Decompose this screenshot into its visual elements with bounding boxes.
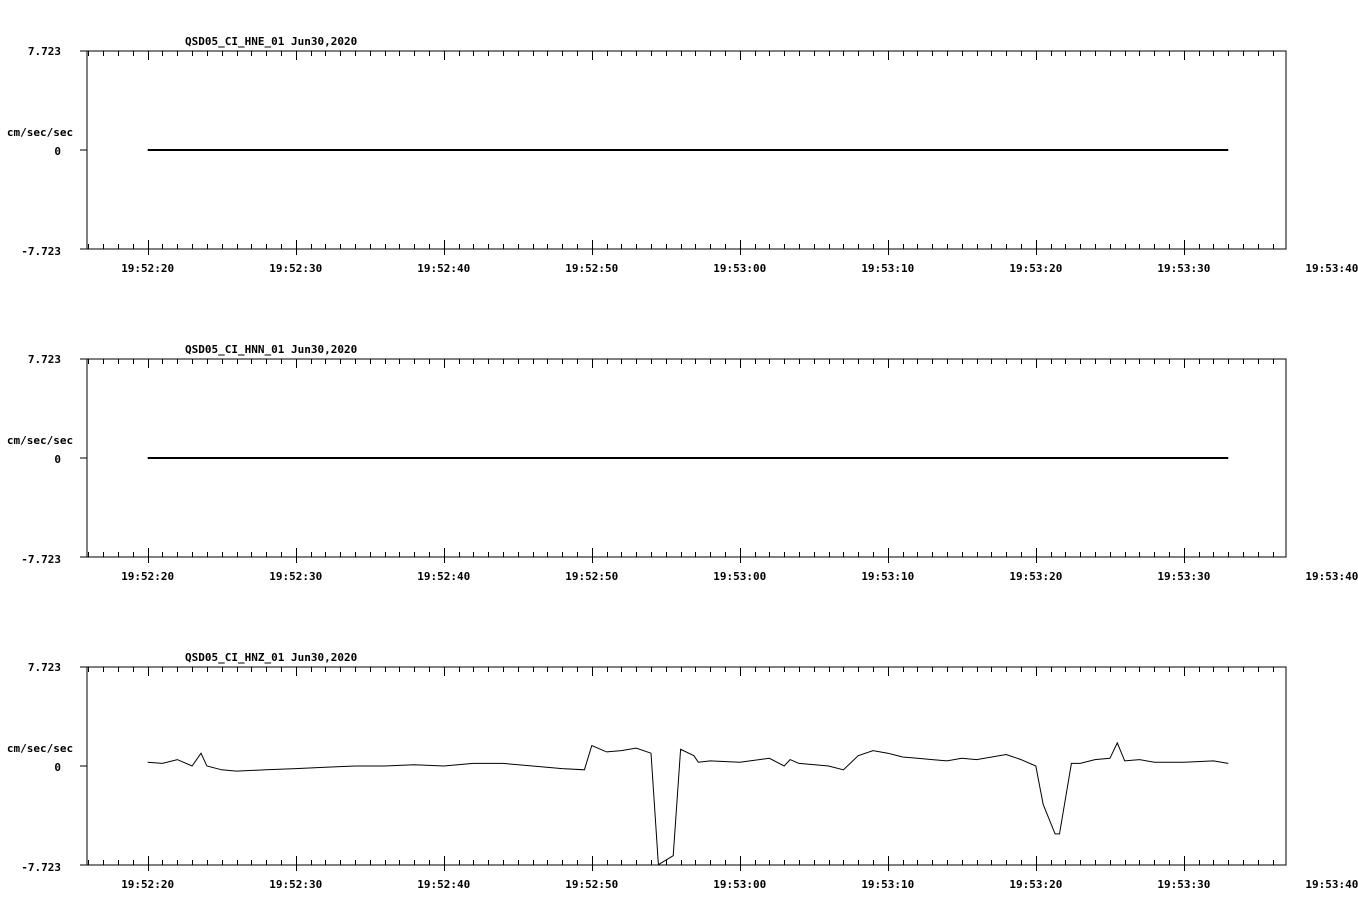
- x-tick-label: 19:52:30: [269, 878, 322, 891]
- y-tick-label: 0: [54, 145, 61, 158]
- y-tick-label: 7.723: [28, 353, 61, 366]
- chart-panel-2: QSD05_CI_HNN_01 Jun30,2020 7.723 0 -7.723 cm…: [7, 343, 1358, 583]
- x-tick-label: 19:53:00: [713, 262, 766, 275]
- x-tick-label: 19:53:20: [1009, 262, 1062, 275]
- y-axis-label: cm/sec/sec: [7, 434, 73, 447]
- x-tick-label: 19:52:20: [121, 878, 174, 891]
- x-tick-label: 19:52:40: [417, 570, 470, 583]
- x-tick-label: 19:53:30: [1157, 570, 1210, 583]
- x-tick-label: 19:53:00: [713, 570, 766, 583]
- chart-panel-1: QSD05_CI_HNE_01 Jun30,2020 7.723 0 -7.723 cm…: [7, 35, 1358, 275]
- x-tick-label: 19:53:30: [1157, 262, 1210, 275]
- seismogram-figure: QSD05_CI_HNE_01 Jun30,2020 7.723 0 -7.723 cm…: [7, 35, 1358, 891]
- x-tick-label: 19:52:50: [565, 570, 618, 583]
- x-tick-label: 19:53:20: [1009, 878, 1062, 891]
- plot-frame: [86, 666, 1287, 866]
- x-tick-label: 19:53:10: [861, 878, 914, 891]
- chart-title: QSD05_CI_HNZ_01 Jun30,2020: [185, 651, 357, 664]
- y-tick-label: 7.723: [28, 45, 61, 58]
- x-tick-label: 19:53:30: [1157, 878, 1210, 891]
- x-tick-label: 19:52:20: [121, 570, 174, 583]
- x-tick-label: 19:52:50: [565, 878, 618, 891]
- x-tick-label: 19:53:10: [861, 570, 914, 583]
- y-tick-label: -7.723: [21, 553, 61, 566]
- waveform-trace: [147, 741, 1229, 866]
- y-axis-label: cm/sec/sec: [7, 742, 73, 755]
- x-tick-label: 19:52:30: [269, 570, 322, 583]
- x-tick-label: 19:53:20: [1009, 570, 1062, 583]
- x-tick-label: 19:53:10: [861, 262, 914, 275]
- chart-panel-3: QSD05_CI_HNZ_01 Jun30,2020 7.723 0 -7.723 cm…: [7, 651, 1358, 891]
- x-tick-label: 19:52:30: [269, 262, 322, 275]
- x-tick-label: 19:53:40: [1305, 570, 1358, 583]
- y-tick-label: -7.723: [21, 861, 61, 874]
- chart-title: QSD05_CI_HNE_01 Jun30,2020: [185, 35, 357, 48]
- y-tick-label: 0: [54, 761, 61, 774]
- x-tick-label: 19:53:40: [1305, 262, 1358, 275]
- y-tick-label: 0: [54, 453, 61, 466]
- y-tick-label: -7.723: [21, 245, 61, 258]
- x-tick-label: 19:52:40: [417, 878, 470, 891]
- x-tick-label: 19:53:40: [1305, 878, 1358, 891]
- x-tick-label: 19:52:20: [121, 262, 174, 275]
- x-tick-label: 19:52:50: [565, 262, 618, 275]
- y-axis-label: cm/sec/sec: [7, 126, 73, 139]
- y-tick-label: 7.723: [28, 661, 61, 674]
- x-tick-label: 19:52:40: [417, 262, 470, 275]
- x-tick-label: 19:53:00: [713, 878, 766, 891]
- chart-title: QSD05_CI_HNN_01 Jun30,2020: [185, 343, 357, 356]
